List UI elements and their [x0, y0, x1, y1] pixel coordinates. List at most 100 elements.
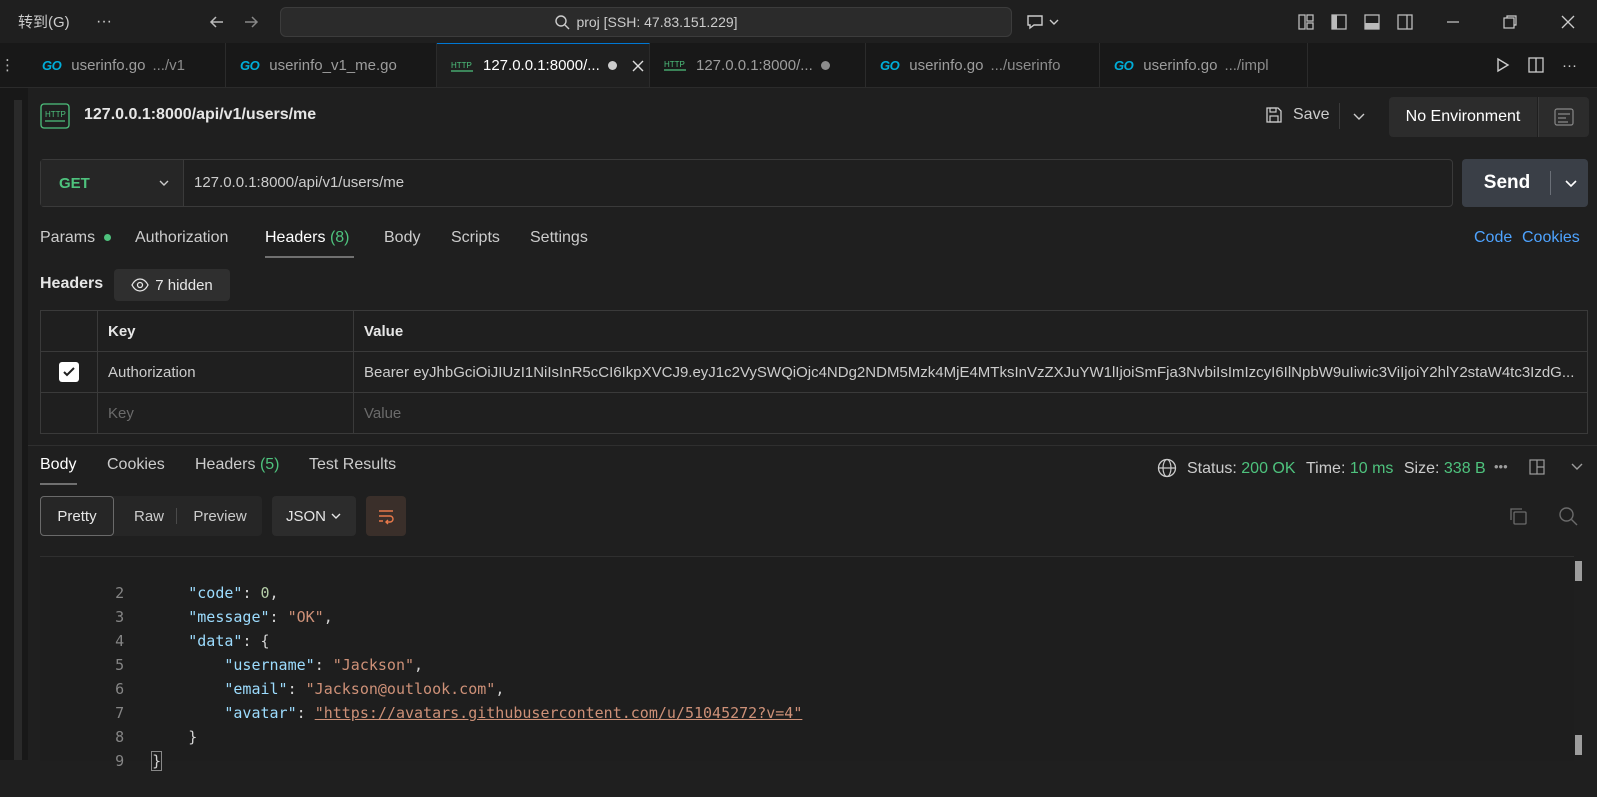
- scrollbar-thumb[interactable]: [1575, 735, 1582, 755]
- divider: [1550, 171, 1551, 195]
- copy-icon[interactable]: [1508, 506, 1528, 526]
- chevron-down-icon: [159, 180, 169, 186]
- minimize-icon[interactable]: [1445, 0, 1461, 43]
- tab-label: 127.0.0.1:8000/...: [696, 56, 813, 74]
- request-title: 127.0.0.1:8000/api/v1/users/me: [84, 106, 317, 123]
- tab-body[interactable]: Body: [384, 229, 420, 247]
- send-options-chevron-icon[interactable]: [1564, 177, 1578, 191]
- globe-icon: [1157, 458, 1177, 478]
- copilot-chat-icon[interactable]: [1026, 0, 1060, 43]
- layout-toggle-icon[interactable]: [1528, 458, 1546, 476]
- tab-label: userinfo.go: [71, 56, 146, 74]
- new-key-input[interactable]: Key: [97, 392, 354, 434]
- back-arrow-icon[interactable]: [208, 0, 226, 43]
- save-label: Save: [1293, 106, 1330, 123]
- tab-label: Headers: [265, 229, 326, 246]
- checkmark-icon: [63, 367, 75, 377]
- response-status-bar: Status: 200 OK Time: 10 ms Size: 338 B: [1187, 460, 1486, 478]
- tab-userinfo-v1-me[interactable]: GO userinfo_v1_me.go: [226, 43, 437, 87]
- tab-userinfo-impl[interactable]: GO userinfo.go .../impl: [1100, 43, 1308, 87]
- tab-userinfo-v1[interactable]: GO userinfo.go .../v1: [28, 43, 226, 87]
- time-label: Time:: [1305, 460, 1346, 477]
- wrap-icon: [379, 510, 394, 525]
- response-body-editor[interactable]: 2 "code": 0, 3 "message": "OK", 4 "data"…: [40, 556, 1582, 771]
- go-file-icon: GO: [880, 57, 900, 73]
- response-tab-headers[interactable]: Headers (5): [195, 456, 280, 474]
- divider: [176, 508, 177, 524]
- more-menu-icon[interactable]: ···: [96, 0, 112, 43]
- method-select[interactable]: GET: [41, 160, 184, 206]
- search-response-icon[interactable]: [1558, 506, 1578, 526]
- tab-path: .../v1: [152, 56, 185, 74]
- new-value-input[interactable]: Value: [353, 392, 1588, 434]
- save-button[interactable]: Save: [1265, 106, 1329, 124]
- environment-quick-look-icon[interactable]: [1538, 97, 1589, 137]
- unsaved-dot-icon: [607, 61, 617, 70]
- tab-label: 127.0.0.1:8000/...: [483, 57, 600, 74]
- status-label: Status:: [1187, 460, 1237, 477]
- header-key-cell[interactable]: Authorization: [97, 351, 354, 393]
- hidden-count-label: 7 hidden: [155, 276, 213, 294]
- value-column-header: Value: [353, 310, 1588, 352]
- save-options-chevron-icon[interactable]: [1352, 110, 1366, 124]
- close-window-icon[interactable]: [1560, 0, 1576, 43]
- unsaved-dot-icon: [820, 60, 830, 70]
- header-value-cell[interactable]: Bearer eyJhbGciOiJIUzI1NiIsInR5cCI6IkpXV…: [353, 351, 1588, 393]
- toggle-primary-sidebar-icon[interactable]: [1330, 0, 1348, 43]
- tab-authorization[interactable]: Authorization: [135, 229, 228, 247]
- editor-more-icon[interactable]: ···: [1562, 43, 1577, 87]
- pretty-button[interactable]: Pretty: [40, 496, 114, 536]
- tab-http-request-active[interactable]: HTTP 127.0.0.1:8000/...: [437, 43, 650, 87]
- command-center-search[interactable]: proj [SSH: 47.83.151.229]: [280, 7, 1012, 37]
- format-select[interactable]: JSON: [272, 496, 356, 536]
- send-button[interactable]: Send: [1462, 159, 1588, 207]
- goto-menu[interactable]: 转到(G): [18, 0, 70, 43]
- code-line: 5 "username": "Jackson",: [40, 629, 423, 674]
- tab-label: Params: [40, 229, 96, 246]
- row-enabled-checkbox[interactable]: [59, 362, 79, 382]
- restore-icon[interactable]: [1502, 0, 1518, 43]
- tab-settings[interactable]: Settings: [530, 229, 588, 247]
- status-value: 200 OK: [1241, 460, 1296, 477]
- wrap-lines-button[interactable]: [366, 496, 406, 536]
- close-tab-icon[interactable]: [631, 59, 645, 73]
- forward-arrow-icon[interactable]: [242, 0, 260, 43]
- cookies-link[interactable]: Cookies: [1522, 229, 1580, 247]
- tab-headers[interactable]: Headers (8): [265, 229, 350, 247]
- active-tab-underline: [40, 483, 77, 485]
- code-line: 8 }: [40, 701, 197, 746]
- url-input[interactable]: 127.0.0.1:8000/api/v1/users/me: [194, 174, 404, 191]
- tab-http-request[interactable]: HTTP 127.0.0.1:8000/...: [650, 43, 866, 87]
- code-link[interactable]: Code: [1474, 229, 1512, 247]
- environment-selector[interactable]: No Environment: [1389, 97, 1537, 137]
- row-checkbox-cell: [40, 392, 98, 434]
- tab-overflow-icon[interactable]: ⋮: [0, 43, 15, 87]
- response-tab-test-results[interactable]: Test Results: [309, 456, 396, 474]
- tab-scripts[interactable]: Scripts: [451, 229, 500, 247]
- json-url-value[interactable]: "https://avatars.githubusercontent.com/u…: [315, 704, 803, 722]
- table-header-row: Key Value: [40, 310, 1588, 352]
- tab-userinfo-userinfo[interactable]: GO userinfo.go .../userinfo: [866, 43, 1100, 87]
- key-column-header: Key: [97, 310, 354, 352]
- select-column-header: [40, 310, 98, 352]
- vertical-scrollbar[interactable]: [14, 100, 22, 760]
- code-line: 2 "code": 0,: [40, 557, 278, 602]
- response-tab-cookies[interactable]: Cookies: [107, 456, 165, 474]
- response-more-icon[interactable]: •••: [1494, 459, 1508, 474]
- tab-label: userinfo.go: [1143, 56, 1218, 74]
- toggle-secondary-sidebar-icon[interactable]: [1396, 0, 1414, 43]
- raw-button[interactable]: Raw: [114, 496, 184, 536]
- hidden-headers-toggle[interactable]: 7 hidden: [114, 269, 230, 301]
- preview-button[interactable]: Preview: [178, 496, 262, 536]
- collapse-chevron-icon[interactable]: [1570, 460, 1584, 474]
- response-tab-body[interactable]: Body: [40, 456, 76, 474]
- toggle-panel-icon[interactable]: [1363, 0, 1381, 43]
- customize-layout-icon[interactable]: [1297, 0, 1315, 43]
- split-editor-icon[interactable]: [1527, 43, 1545, 87]
- eye-icon: [131, 278, 149, 292]
- code-line: 6 "email": "Jackson@outlook.com",: [40, 653, 504, 698]
- run-icon[interactable]: [1494, 43, 1510, 87]
- scrollbar-thumb[interactable]: [1575, 561, 1582, 581]
- table-row: Authorization Bearer eyJhbGciOiJIUzI1NiI…: [40, 351, 1588, 393]
- tab-params[interactable]: Params: [40, 229, 111, 247]
